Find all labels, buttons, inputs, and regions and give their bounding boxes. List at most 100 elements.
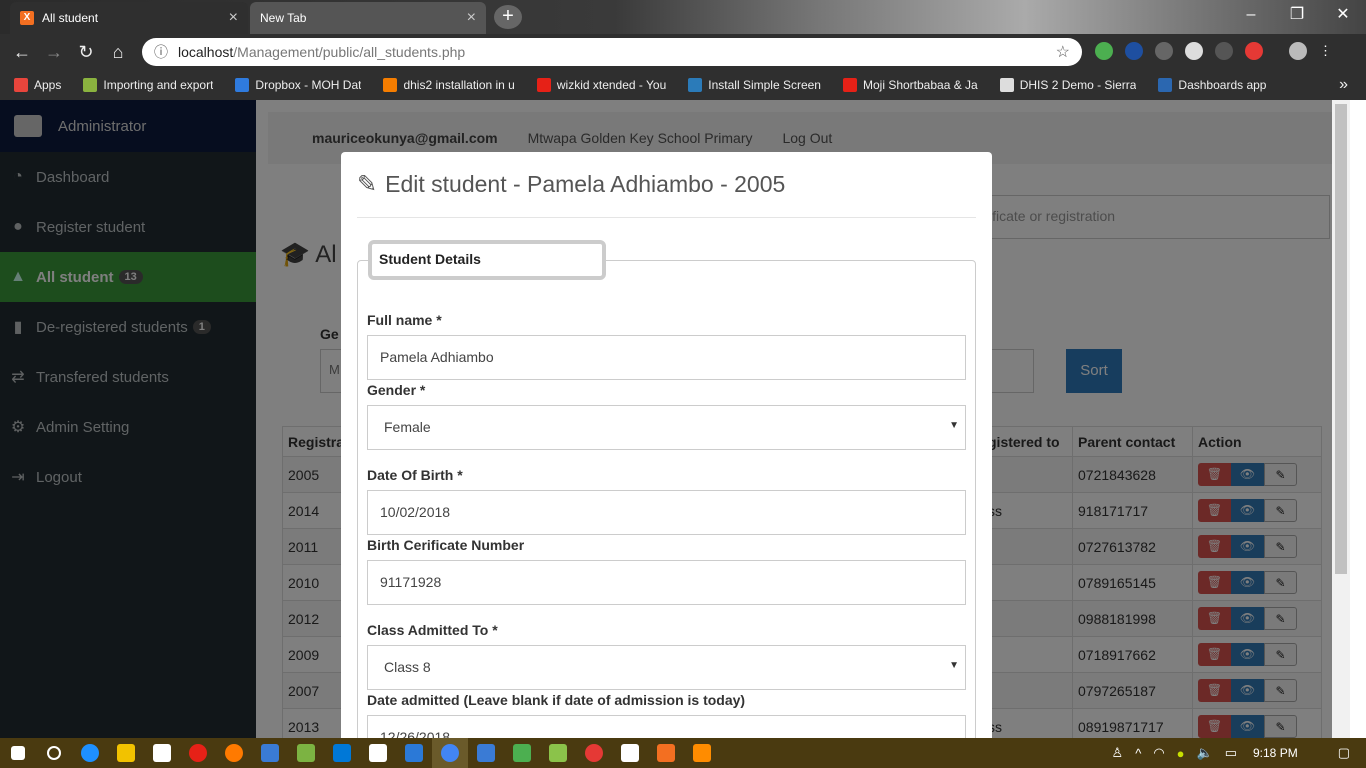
tray-app-icon[interactable]: ● [1177,746,1185,761]
tab-title: New Tab [260,11,307,25]
minimize-icon[interactable]: – [1228,0,1274,30]
taskbar-app-icon[interactable] [252,738,288,768]
fieldset-legend: Student Details [368,240,606,280]
taskbar-app-icon[interactable] [540,738,576,768]
bookmark-item[interactable]: Dashboards app [1158,78,1266,92]
extension-icon[interactable] [1155,42,1173,60]
url-host: localhost [178,44,234,60]
info-icon[interactable]: ⓘ [154,42,168,62]
forward-arrow-icon[interactable]: → [38,42,70,63]
bookmark-star-icon[interactable]: ☆ [1056,42,1070,62]
dob-label: Date Of Birth * [367,467,463,483]
birth-cert-label: Birth Cerificate Number [367,537,525,553]
chevron-up-icon[interactable]: ^ [1135,746,1141,761]
full-name-label: Full name * [367,312,442,328]
youtube-icon [536,78,551,92]
opera-icon[interactable] [180,738,216,768]
edge-icon[interactable] [72,738,108,768]
android-studio-icon[interactable] [288,738,324,768]
avatar[interactable] [1289,42,1307,60]
tab-all-student[interactable]: X All student × [10,2,248,34]
gender-select[interactable]: Female ▼ [367,405,966,450]
taskbar-app-icon[interactable] [468,738,504,768]
dob-field[interactable]: 10/02/2018 [367,490,966,535]
more-bookmarks-icon[interactable]: » [1339,76,1348,94]
extension-icon[interactable] [1245,42,1263,60]
back-arrow-icon[interactable]: ← [6,42,38,63]
file-explorer-icon[interactable] [108,738,144,768]
browser-tab-bar: X All student × New Tab × + – ❐ ✕ [0,0,1366,34]
browser-toolbar: ← → ↻ ⌂ ⓘ localhost/Management/public/al… [0,34,1366,70]
vscode-icon[interactable] [396,738,432,768]
class-admitted-label: Class Admitted To * [367,622,498,638]
bookmark-favicon-icon [1158,78,1173,92]
chevron-down-icon: ▼ [949,660,959,671]
volume-icon[interactable]: 🔈 [1197,745,1213,761]
people-icon[interactable]: ♙ [1112,745,1124,761]
extension-icons: ⋮ [1095,42,1332,60]
bookmark-item[interactable]: DHIS 2 Demo - Sierra [999,78,1136,92]
tab-title: All student [42,11,99,25]
class-admitted-value: Class 8 [384,659,431,675]
gender-value: Female [384,419,431,435]
restore-icon[interactable]: ❐ [1274,0,1320,30]
xampp-icon[interactable] [648,738,684,768]
blogger-icon [383,78,398,92]
extension-icon[interactable] [1185,42,1203,60]
edit-student-modal: ✎ Edit student - Pamela Adhiambo - 2005 … [341,152,992,738]
bookmark-apps[interactable]: Apps [14,78,61,92]
chevron-down-icon: ▼ [949,420,959,431]
home-icon[interactable]: ⌂ [102,42,134,63]
system-tray: ♙ ^ ◠ ● 🔈 ▭ 9:18 PM ▢ [1106,738,1366,768]
windows-app-icon[interactable] [324,738,360,768]
store-icon[interactable] [144,738,180,768]
date-admitted-label: Date admitted (Leave blank if date of ad… [367,692,746,708]
address-bar[interactable]: ⓘ localhost/Management/public/all_studen… [142,38,1082,66]
cortana-search-icon[interactable] [36,738,72,768]
date-admitted-field[interactable]: 12/26/2018 [367,715,966,738]
page-viewport: Administrator ◔ Dashboard ● Register stu… [0,100,1332,738]
gender-label: Gender * [367,382,426,398]
vlc-icon[interactable] [684,738,720,768]
reload-icon[interactable]: ↻ [70,42,102,63]
chrome-icon[interactable] [432,738,468,768]
bookmark-favicon-icon [83,78,98,92]
clock[interactable]: 9:18 PM [1253,746,1298,760]
youtube-icon [842,78,857,92]
bookmark-item[interactable]: Moji Shortbabaa & Ja [842,78,978,92]
window-close-icon[interactable]: ✕ [1320,0,1366,30]
pencil-icon: ✎ [357,171,378,198]
taskbar-app-icon[interactable] [576,738,612,768]
notifications-icon[interactable]: ▢ [1338,745,1350,761]
taskbar-app-icon[interactable] [612,738,648,768]
bookmark-item[interactable]: wizkid xtended - You [536,78,666,92]
wifi-icon[interactable]: ◠ [1153,745,1164,761]
close-icon[interactable]: × [229,9,238,27]
dropbox-icon [235,78,250,92]
apps-grid-icon [14,78,28,92]
bookmark-item[interactable]: dhis2 installation in u [383,78,515,92]
bookmark-item[interactable]: Importing and export [83,78,213,92]
bookmark-item[interactable]: Install Simple Screen [688,78,821,92]
modal-title: ✎ Edit student - Pamela Adhiambo - 2005 [357,152,976,218]
bookmarks-bar: Apps Importing and export Dropbox - MOH … [0,70,1366,100]
taskbar-app-icon[interactable] [504,738,540,768]
extension-icon[interactable] [1095,42,1113,60]
page-scrollbar[interactable] [1332,100,1350,738]
menu-dots-icon[interactable]: ⋮ [1319,42,1332,60]
battery-icon[interactable]: ▭ [1225,745,1237,761]
close-icon[interactable]: × [467,9,476,27]
extension-icon[interactable] [1125,42,1143,60]
full-name-field[interactable]: Pamela Adhiambo [367,335,966,380]
mail-icon[interactable] [360,738,396,768]
new-tab-plus-icon[interactable]: + [494,5,522,29]
extension-icon[interactable] [1215,42,1233,60]
bookmark-item[interactable]: Dropbox - MOH Dat [235,78,361,92]
windows-start-icon[interactable] [0,738,36,768]
firefox-icon[interactable] [216,738,252,768]
birth-cert-field[interactable]: 91171928 [367,560,966,605]
scrollbar-thumb[interactable] [1335,104,1347,574]
document-icon [999,78,1014,92]
class-admitted-select[interactable]: Class 8 ▼ [367,645,966,690]
tab-new-tab[interactable]: New Tab × [250,2,486,34]
